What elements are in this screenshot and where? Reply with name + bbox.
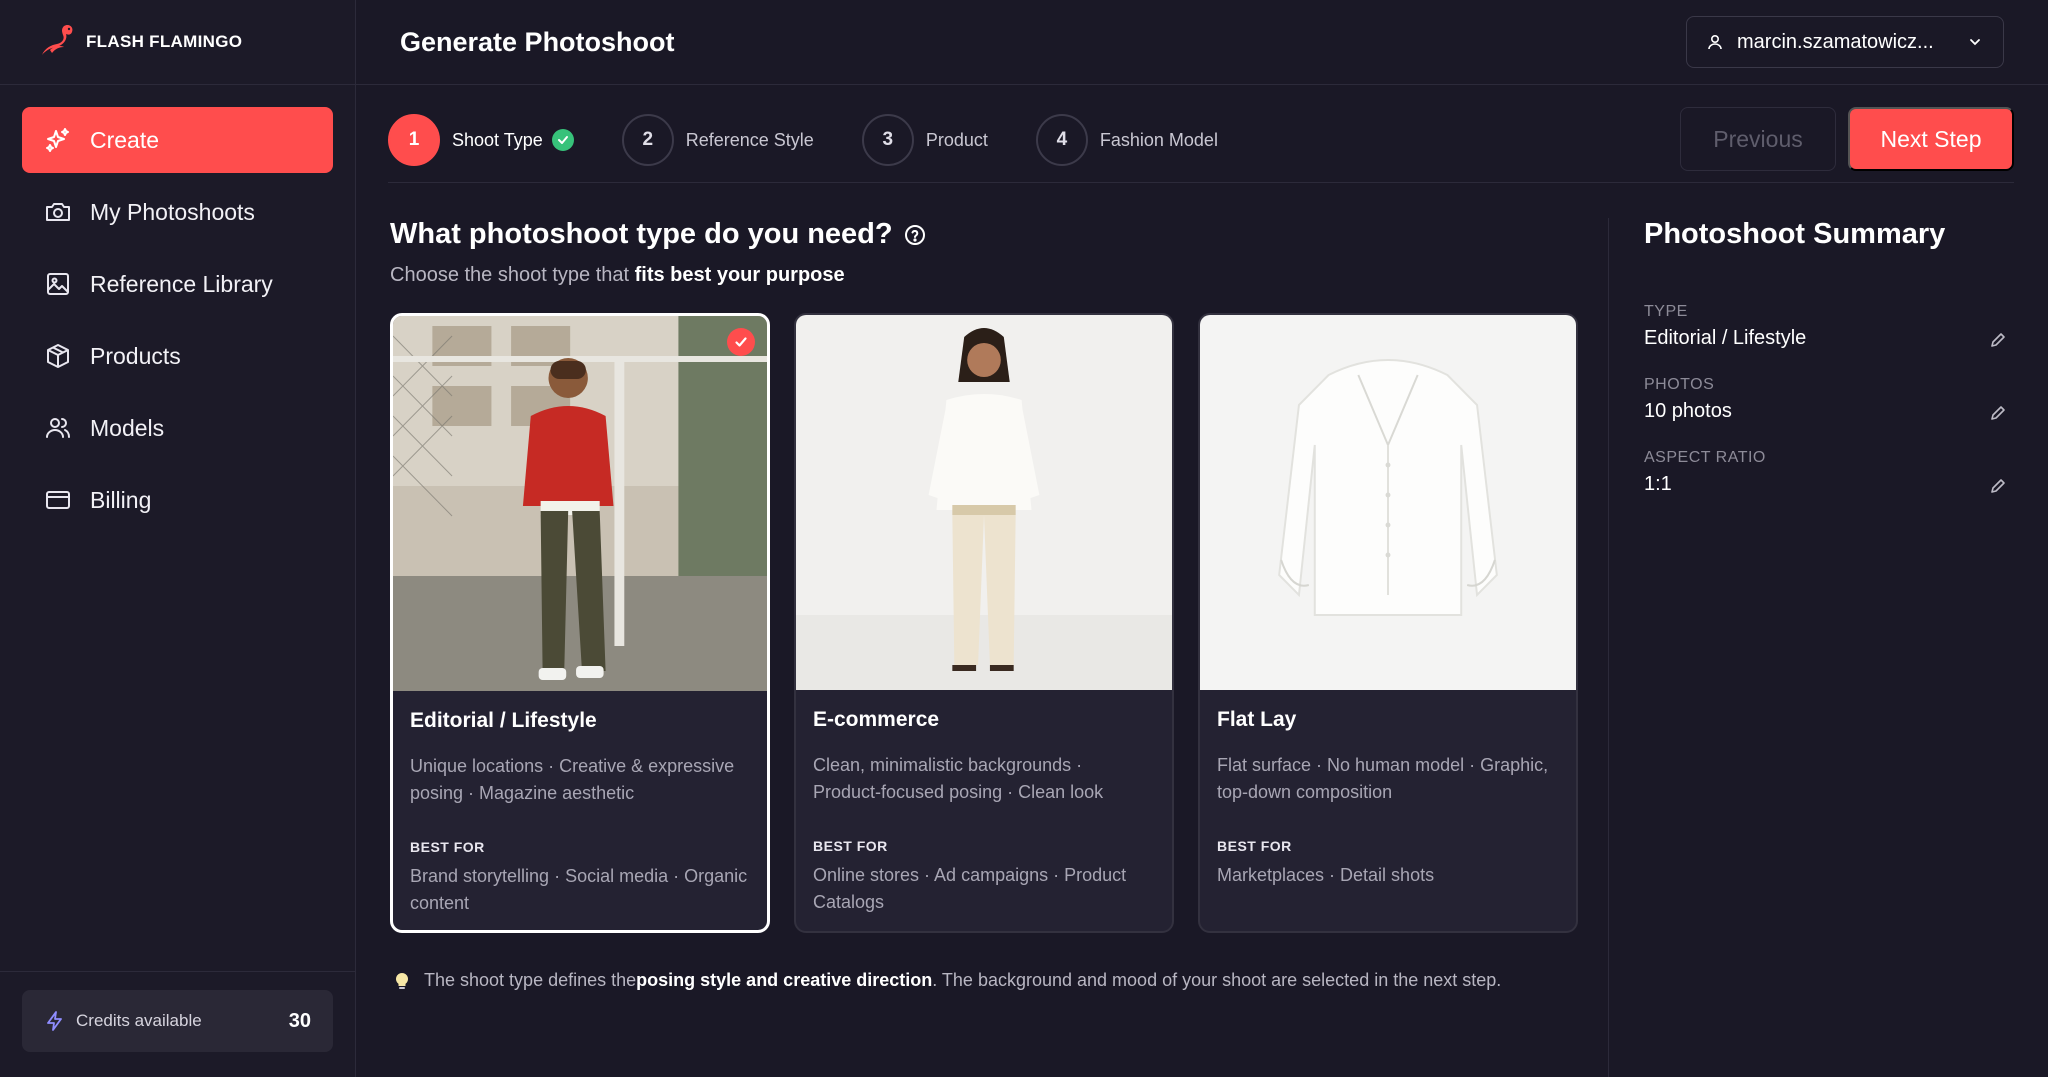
sidebar-item-label: Create — [90, 126, 160, 153]
card-title: Editorial / Lifestyle — [410, 709, 597, 732]
step-actions: Previous Next Step — [1680, 107, 2014, 171]
step-fashion-model[interactable]: 4 Fashion Model — [1035, 107, 1218, 173]
step-label: Reference Style — [685, 129, 814, 150]
best-for-label: BEST FOR — [1217, 838, 1292, 854]
credits-panel[interactable]: Credits available 30 — [22, 990, 333, 1052]
best-for-text: Online stores · Ad campaigns · Product C… — [813, 865, 1127, 912]
card-image-ecommerce — [796, 315, 1172, 690]
card-body: Editorial / Lifestyle Unique locations ·… — [393, 691, 767, 930]
card-title: E-commerce — [813, 708, 940, 731]
summary-row-type: TYPE Editorial / Lifestyle — [1644, 303, 2028, 350]
card-description: Flat surface · No human model · Graphic,… — [1217, 755, 1549, 802]
hint-text: The shoot type defines the — [424, 970, 637, 990]
step-number: 1 — [388, 114, 440, 166]
hint-text-end: . The background and mood of your shoot … — [932, 970, 1502, 990]
photoshoot-summary: Photoshoot Summary TYPE Editorial / Life… — [1608, 218, 2028, 1077]
hint-emphasis: posing style and creative direction — [636, 970, 933, 990]
sparkles-icon — [46, 128, 69, 152]
section-title: What photoshoot type do you need? — [390, 218, 927, 251]
card-e-commerce[interactable]: E-commerce Clean, minimalistic backgroun… — [794, 313, 1174, 933]
brand-logo[interactable]: FLASH FLAMINGO — [0, 0, 355, 85]
sidebar-item-billing[interactable]: Billing — [22, 467, 333, 533]
sidebar-footer: Credits available 30 — [0, 971, 355, 1077]
selected-check-icon — [727, 328, 755, 356]
summary-value: Editorial / Lifestyle — [1644, 327, 1807, 349]
best-for-label: BEST FOR — [410, 839, 485, 855]
pencil-icon[interactable] — [1988, 476, 2008, 496]
summary-label: TYPE — [1644, 303, 1688, 320]
next-step-button[interactable]: Next Step — [1848, 107, 2014, 171]
subtitle-text: Choose the shoot type that — [390, 264, 635, 286]
step-reference-style[interactable]: 2 Reference Style — [621, 107, 814, 173]
summary-title: Photoshoot Summary — [1644, 218, 1946, 250]
card-description: Unique locations · Creative & expressive… — [410, 756, 735, 803]
subtitle-emphasis: fits best your purpose — [634, 264, 845, 286]
chevron-down-icon — [1970, 39, 1980, 46]
summary-label: ASPECT RATIO — [1644, 449, 1766, 466]
sidebar-item-create[interactable]: Create — [22, 107, 333, 173]
user-icon — [1708, 34, 1722, 50]
user-menu[interactable]: marcin.szamatowicz... — [1686, 16, 2004, 68]
shoot-type-cards: Editorial / Lifestyle Unique locations ·… — [390, 313, 1578, 933]
pencil-icon[interactable] — [1988, 330, 2008, 350]
lightning-icon — [47, 1011, 62, 1031]
summary-label: PHOTOS — [1644, 376, 1715, 393]
sidebar-item-products[interactable]: Products — [22, 323, 333, 389]
card-image-flat-lay — [1200, 315, 1576, 690]
summary-row-aspect-ratio: ASPECT RATIO 1:1 — [1644, 449, 2028, 496]
summary-row-photos: PHOTOS 10 photos — [1644, 376, 2028, 423]
credit-card-icon — [46, 491, 70, 509]
box-icon — [47, 344, 69, 368]
hint-note: The shoot type defines the posing style … — [392, 970, 1501, 991]
brand-name: FLASH FLAMINGO — [86, 32, 243, 51]
card-description: Clean, minimalistic backgrounds · Produc… — [813, 755, 1104, 802]
step-number: 4 — [1035, 114, 1088, 166]
best-for-text: Brand storytelling · Social media · Orga… — [410, 866, 748, 913]
sidebar-item-label: My Photoshoots — [90, 198, 255, 225]
step-number: 3 — [861, 114, 914, 166]
sidebar: FLASH FLAMINGO Create My Photoshoots Ref… — [0, 0, 356, 1077]
user-name: marcin.szamatowicz... — [1737, 30, 1934, 53]
step-label: Fashion Model — [1099, 129, 1218, 150]
previous-button[interactable]: Previous — [1680, 107, 1836, 171]
card-body: Flat Lay Flat surface · No human model ·… — [1200, 690, 1576, 907]
camera-icon — [46, 203, 70, 221]
image-icon — [47, 273, 69, 295]
help-circle-icon[interactable] — [903, 223, 927, 247]
sidebar-item-label: Models — [90, 414, 165, 441]
card-flat-lay[interactable]: Flat Lay Flat surface · No human model ·… — [1198, 313, 1578, 933]
card-editorial-lifestyle[interactable]: Editorial / Lifestyle Unique locations ·… — [390, 313, 770, 933]
step-progress: 1 Shoot Type 2 Reference Style 3 Product… — [388, 107, 2014, 183]
best-for-text: Marketplaces · Detail shots — [1217, 865, 1435, 885]
step-number: 2 — [621, 114, 674, 166]
top-header: Generate Photoshoot marcin.szamatowicz..… — [356, 0, 2048, 85]
sidebar-item-label: Reference Library — [90, 270, 273, 297]
card-image-editorial — [393, 316, 767, 691]
summary-value: 1:1 — [1644, 473, 1672, 495]
pencil-icon[interactable] — [1988, 403, 2008, 423]
card-title: Flat Lay — [1217, 708, 1297, 731]
card-body: E-commerce Clean, minimalistic backgroun… — [796, 690, 1172, 931]
flamingo-logo-icon — [42, 24, 73, 55]
sidebar-item-label: Billing — [90, 486, 152, 513]
sidebar-item-label: Products — [90, 342, 181, 369]
step-product[interactable]: 3 Product — [861, 107, 988, 173]
step-shoot-type[interactable]: 1 Shoot Type — [388, 107, 574, 173]
summary-value: 10 photos — [1644, 400, 1732, 422]
users-icon — [46, 418, 70, 438]
step-label: Product — [925, 129, 988, 150]
sidebar-item-reference-library[interactable]: Reference Library — [22, 251, 333, 317]
sidebar-nav: Create My Photoshoots Reference Library … — [0, 85, 355, 533]
section-subtitle: Choose the shoot type that fits best you… — [390, 264, 845, 287]
page-title: Generate Photoshoot — [400, 26, 675, 57]
section-title-text: What photoshoot type do you need? — [390, 218, 893, 250]
credits-label: Credits available — [76, 1011, 202, 1030]
credits-count: 30 — [288, 1009, 311, 1032]
check-circle-icon — [551, 129, 574, 151]
step-label: Shoot Type — [452, 129, 543, 150]
lightbulb-icon — [395, 972, 409, 989]
best-for-label: BEST FOR — [813, 838, 888, 854]
sidebar-item-my-photoshoots[interactable]: My Photoshoots — [22, 179, 333, 245]
sidebar-item-models[interactable]: Models — [22, 395, 333, 461]
